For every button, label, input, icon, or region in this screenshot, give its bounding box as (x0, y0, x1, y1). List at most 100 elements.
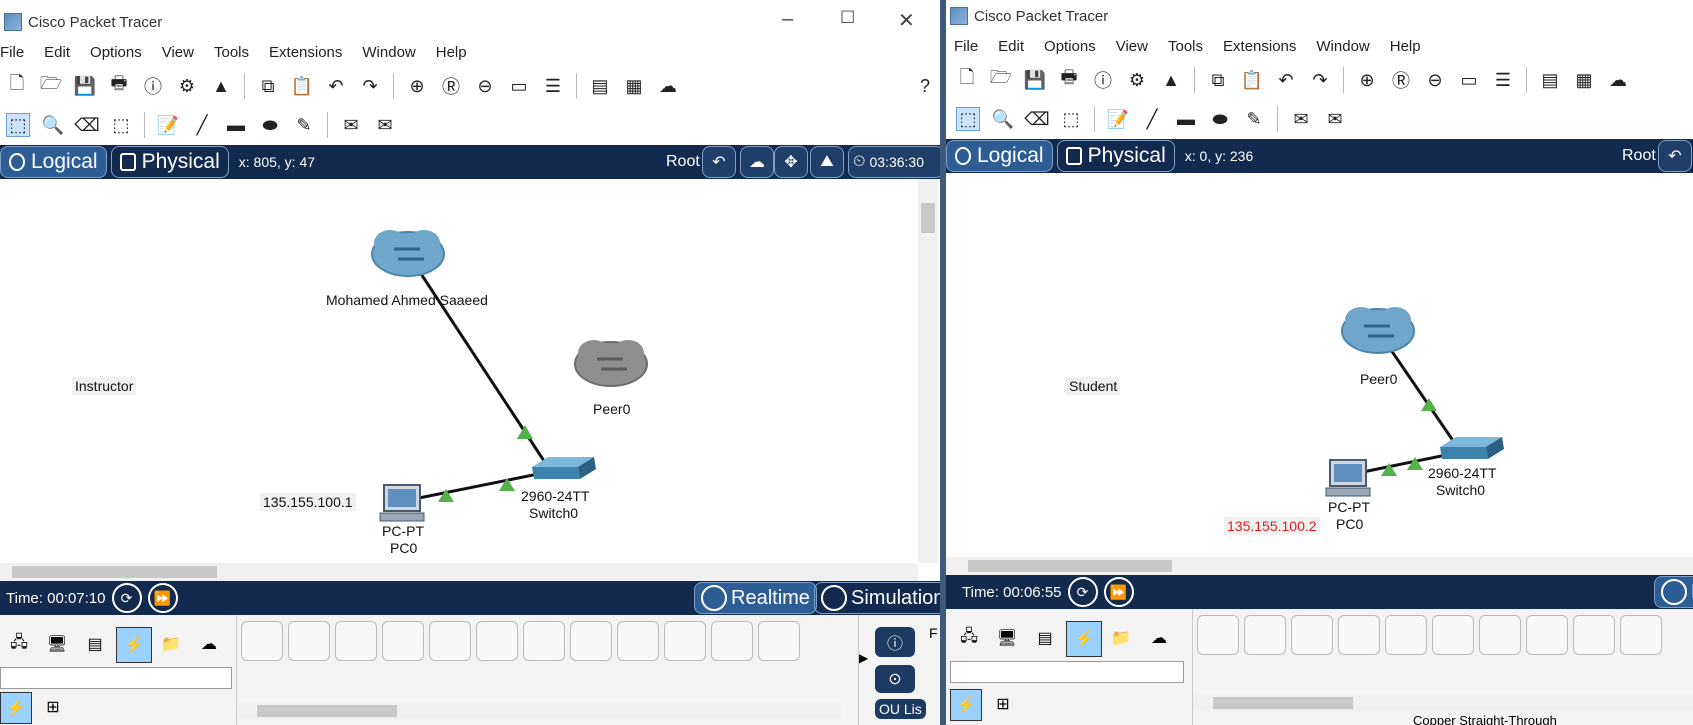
network-devices-icon[interactable]: 🖧 (2, 627, 36, 661)
cable-coaxial[interactable] (523, 621, 565, 661)
zoom-reset-icon[interactable]: Ⓡ (1390, 69, 1412, 91)
select-icon[interactable]: ⬚ (956, 107, 980, 131)
cable-fiber[interactable] (429, 621, 471, 661)
freeform-icon[interactable]: ✎ (293, 114, 315, 136)
background-icon[interactable]: ⛰ (810, 146, 844, 178)
device-search-field[interactable] (0, 667, 232, 689)
back-icon[interactable]: ↶ (1658, 140, 1692, 172)
drawing-palette-icon[interactable]: ▭ (1458, 69, 1480, 91)
zoom-in-icon[interactable]: ⊕ (1356, 69, 1378, 91)
fast-forward-icon[interactable]: ⏩ (147, 583, 178, 613)
inspect-icon[interactable]: 🔍 (42, 114, 64, 136)
side-panel-arrow[interactable]: ▶ (859, 651, 868, 665)
pdu-event-icon[interactable]: ⊙ (875, 665, 915, 693)
grid-icon[interactable]: ⊞ (38, 692, 68, 722)
tab-logical[interactable]: Logical (946, 140, 1053, 172)
menu-extensions[interactable]: Extensions (269, 44, 342, 66)
cable-serial-dce[interactable] (570, 621, 612, 661)
cable-console[interactable] (1244, 615, 1286, 655)
resize-icon[interactable]: ⬚ (110, 114, 132, 136)
cable-fiber[interactable] (1385, 615, 1427, 655)
freeform-icon[interactable]: ✎ (1243, 108, 1265, 130)
drawing-palette-icon[interactable]: ▭ (508, 75, 530, 97)
cable-serial-dce[interactable] (1526, 615, 1568, 655)
cloud-icon[interactable]: ☁ (657, 75, 679, 97)
complex-pdu-icon[interactable]: ✉ (374, 114, 396, 136)
cable-console[interactable] (288, 621, 330, 661)
grid-icon[interactable]: ⊞ (988, 689, 1018, 719)
components-icon[interactable]: ▤ (78, 627, 112, 661)
save-icon[interactable]: 💾 (74, 75, 96, 97)
menu-edit[interactable]: Edit (44, 44, 70, 66)
vertical-scrollbar[interactable] (918, 179, 938, 563)
cable-phone[interactable] (1432, 615, 1474, 655)
redo-icon[interactable]: ↷ (1309, 69, 1331, 91)
undo-icon[interactable]: ↶ (1275, 69, 1297, 91)
pdu-info-icon[interactable]: ⓘ (875, 627, 915, 657)
minimize-button[interactable]: – (782, 8, 793, 31)
cable-copper-straight[interactable] (1291, 615, 1333, 655)
ellipse-icon[interactable]: ⬬ (259, 114, 281, 136)
paste-icon[interactable]: 📋 (291, 75, 313, 97)
custom-device-icon[interactable]: ☰ (542, 75, 564, 97)
rectangle-icon[interactable]: ▬ (1175, 108, 1197, 130)
back-icon[interactable]: ↶ (702, 146, 736, 178)
menu-view[interactable]: View (162, 44, 194, 66)
cluster-icon[interactable]: ▤ (589, 75, 611, 97)
device-rack-icon[interactable]: ▦ (1573, 69, 1595, 91)
cable-phone[interactable] (476, 621, 518, 661)
device-rack-icon[interactable]: ▦ (623, 75, 645, 97)
redo-icon[interactable]: ↷ (359, 75, 381, 97)
save-icon[interactable]: 💾 (1024, 69, 1046, 91)
pdu-list-button[interactable]: OU Lis (875, 699, 926, 719)
horizontal-scrollbar[interactable] (0, 563, 918, 581)
scroll-thumb[interactable] (1213, 697, 1353, 709)
menu-file[interactable]: File (954, 38, 978, 60)
cable-list-scrollbar[interactable] (1193, 695, 1693, 711)
close-button[interactable]: ✕ (898, 8, 915, 33)
line-icon[interactable]: ╱ (1141, 108, 1163, 130)
fast-forward-icon[interactable]: ⏩ (1103, 577, 1134, 607)
network-wizard-icon[interactable]: ⚙ (1126, 69, 1148, 91)
menu-edit[interactable]: Edit (998, 38, 1024, 60)
scroll-thumb[interactable] (968, 560, 1172, 572)
multiuser-icon[interactable]: ☁ (192, 627, 226, 661)
cable-usb[interactable] (758, 621, 800, 661)
end-devices-icon[interactable]: 🖥 (990, 621, 1024, 655)
complex-pdu-icon[interactable]: ✉ (1324, 108, 1346, 130)
menu-window[interactable]: Window (362, 44, 415, 66)
menu-help[interactable]: Help (436, 44, 467, 66)
reset-time-icon[interactable]: ⟳ (1067, 577, 1098, 607)
connection-type-icon[interactable]: ⚡ (950, 689, 982, 721)
menu-file[interactable]: File (0, 44, 24, 66)
rectangle-icon[interactable]: ▬ (225, 114, 247, 136)
paste-icon[interactable]: 📋 (1241, 69, 1263, 91)
menu-window[interactable]: Window (1316, 38, 1369, 60)
custom-device-icon[interactable]: ☰ (1492, 69, 1514, 91)
device-search-field[interactable] (950, 661, 1184, 683)
menu-help[interactable]: Help (1390, 38, 1421, 60)
cable-automatic[interactable] (241, 621, 283, 661)
activity-wizard-icon[interactable]: ▲ (210, 75, 232, 97)
help-icon[interactable]: ? (914, 75, 936, 97)
note-icon[interactable]: 📝 (1107, 108, 1129, 130)
maximize-button[interactable]: ☐ (840, 8, 855, 28)
multiuser-icon[interactable]: ☁ (1142, 621, 1176, 655)
new-icon[interactable]: 🗋 (956, 67, 978, 91)
zoom-reset-icon[interactable]: Ⓡ (440, 75, 462, 97)
components-icon[interactable]: ▤ (1028, 621, 1062, 655)
zoom-out-icon[interactable]: ⊖ (474, 75, 496, 97)
info-icon[interactable]: ⓘ (142, 75, 164, 97)
cable-copper-cross[interactable] (382, 621, 424, 661)
inspect-icon[interactable]: 🔍 (992, 108, 1014, 130)
cable-octal[interactable] (1620, 615, 1662, 655)
miscellaneous-icon[interactable]: 📁 (154, 627, 188, 661)
cable-serial-dte[interactable] (1573, 615, 1615, 655)
network-wizard-icon[interactable]: ⚙ (176, 75, 198, 97)
tab-physical[interactable]: Physical (110, 146, 229, 178)
cable-coaxial[interactable] (1479, 615, 1521, 655)
zoom-in-icon[interactable]: ⊕ (406, 75, 428, 97)
resize-icon[interactable]: ⬚ (1060, 108, 1082, 130)
note-icon[interactable]: 📝 (157, 114, 179, 136)
realtime-mode-button[interactable]: R (1654, 576, 1693, 608)
